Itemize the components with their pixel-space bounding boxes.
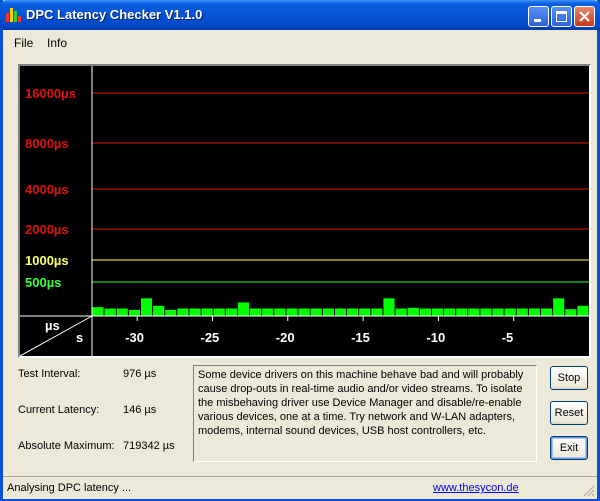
resize-grip-icon[interactable] bbox=[583, 485, 595, 497]
latency-bar bbox=[444, 308, 456, 316]
latency-bar bbox=[431, 308, 444, 316]
x-tick-label: -30 bbox=[125, 330, 144, 345]
status-text: Analysing DPC latency ... bbox=[7, 482, 132, 494]
latency-bar bbox=[310, 308, 322, 316]
menu-bar: File Info bbox=[3, 30, 597, 52]
latency-bar bbox=[262, 308, 274, 316]
latency-bar bbox=[286, 308, 298, 316]
website-link[interactable]: www.thesycon.de bbox=[433, 482, 519, 494]
latency-bar bbox=[334, 308, 347, 316]
absolute-maximum-value: 719342 µs bbox=[123, 440, 175, 452]
latency-bar bbox=[322, 308, 334, 316]
level-label-8000: 8000µs bbox=[25, 136, 69, 151]
latency-bar bbox=[165, 309, 177, 316]
x-tick-label: -15 bbox=[351, 330, 370, 345]
latency-bar bbox=[201, 308, 213, 316]
title-bar[interactable]: DPC Latency Checker V1.1.0 bbox=[0, 0, 600, 30]
x-tick-label: -25 bbox=[200, 330, 219, 345]
x-tick-label: -10 bbox=[426, 330, 445, 345]
latency-chart: 16000µs 8000µs 4000µs 2000µs 1000µs 500µs µs s -… bbox=[18, 64, 591, 358]
minimize-icon bbox=[534, 19, 541, 22]
latency-bar bbox=[383, 298, 395, 316]
latency-bar bbox=[250, 308, 262, 316]
latency-bar bbox=[213, 308, 225, 316]
latency-bar bbox=[577, 305, 589, 316]
y-axis-unit-label: µs bbox=[45, 318, 60, 333]
latency-bar bbox=[419, 308, 431, 316]
status-bar: Analysing DPC latency ... www.thesycon.d… bbox=[3, 476, 597, 499]
latency-bar bbox=[504, 308, 516, 316]
latency-bar bbox=[359, 308, 371, 316]
exit-button[interactable]: Exit bbox=[550, 436, 588, 460]
reset-button[interactable]: Reset bbox=[550, 401, 588, 425]
latency-bar bbox=[347, 308, 359, 316]
latency-bar bbox=[274, 308, 286, 316]
stop-button[interactable]: Stop bbox=[550, 366, 588, 390]
test-interval-value: 976 µs bbox=[123, 368, 157, 380]
current-latency-value: 146 µs bbox=[123, 404, 157, 416]
latency-bar bbox=[116, 308, 128, 316]
latency-chart-svg: 16000µs 8000µs 4000µs 2000µs 1000µs 500µs µs s -… bbox=[20, 66, 589, 356]
latency-bar bbox=[407, 307, 419, 316]
absolute-maximum-label: Absolute Maximum: bbox=[18, 440, 115, 452]
level-label-4000: 4000µs bbox=[25, 182, 69, 197]
close-icon bbox=[579, 11, 590, 22]
level-label-500: 500µs bbox=[25, 275, 61, 290]
app-window: DPC Latency Checker V1.1.0 File Info 160… bbox=[0, 0, 600, 501]
window-title: DPC Latency Checker V1.1.0 bbox=[26, 7, 203, 22]
latency-bar bbox=[516, 308, 528, 316]
menu-info[interactable]: Info bbox=[47, 36, 67, 50]
latency-bar bbox=[492, 308, 504, 316]
latency-bar bbox=[237, 302, 250, 316]
latency-bar bbox=[541, 308, 553, 316]
latency-bar bbox=[298, 308, 310, 316]
latency-bar bbox=[395, 308, 407, 316]
maximize-icon bbox=[556, 11, 567, 22]
latency-bar bbox=[177, 308, 189, 316]
level-label-1000: 1000µs bbox=[25, 253, 69, 268]
app-logo-icon bbox=[6, 8, 22, 22]
latency-bar bbox=[153, 305, 165, 316]
latency-bar bbox=[104, 308, 116, 316]
latency-bar bbox=[128, 309, 140, 316]
latency-bar bbox=[92, 307, 104, 316]
latency-bar bbox=[140, 298, 153, 316]
level-label-2000: 2000µs bbox=[25, 222, 69, 237]
level-label-16000: 16000µs bbox=[25, 86, 76, 101]
latency-bar bbox=[225, 308, 237, 316]
test-interval-label: Test Interval: bbox=[18, 368, 81, 380]
x-tick-label: -5 bbox=[502, 330, 514, 345]
maximize-button[interactable] bbox=[551, 6, 572, 27]
menu-file[interactable]: File bbox=[14, 36, 33, 50]
x-tick-label: -20 bbox=[276, 330, 295, 345]
x-axis-unit-label: s bbox=[76, 330, 83, 345]
latency-bar bbox=[468, 308, 480, 316]
latency-bar bbox=[565, 309, 577, 316]
latency-bar bbox=[528, 308, 541, 316]
close-button[interactable] bbox=[574, 6, 595, 27]
latency-bar bbox=[553, 298, 565, 316]
driver-warning-message: Some device drivers on this machine beha… bbox=[193, 365, 537, 462]
latency-bar bbox=[189, 308, 201, 316]
minimize-button[interactable] bbox=[528, 6, 549, 27]
latency-bar bbox=[480, 308, 492, 316]
current-latency-label: Current Latency: bbox=[18, 404, 100, 416]
latency-bar bbox=[456, 308, 468, 316]
latency-bar bbox=[371, 308, 383, 316]
